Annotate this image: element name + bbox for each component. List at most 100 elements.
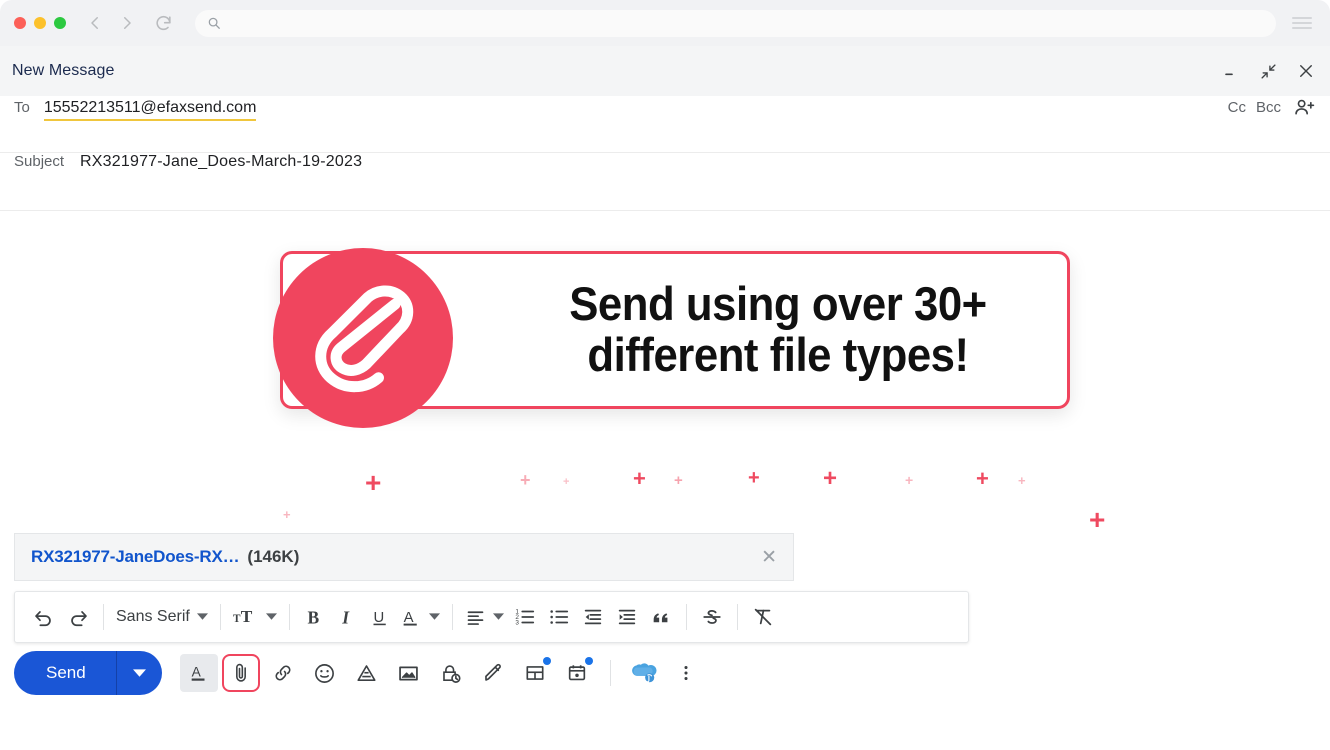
attach-file-icon <box>231 662 251 684</box>
formatting-options-icon: A <box>188 662 210 684</box>
align-left-icon <box>465 607 486 628</box>
back-icon[interactable] <box>86 14 104 32</box>
page-title: New Message <box>12 62 115 79</box>
insert-link-button[interactable] <box>264 654 302 692</box>
maximize-window-dot[interactable] <box>54 17 66 29</box>
salesforce-button[interactable] <box>625 654 663 692</box>
browser-navigation <box>86 14 136 32</box>
indent-more-icon[interactable] <box>610 600 644 634</box>
plus-decoration-icon: + <box>823 465 838 492</box>
insert-link-icon <box>272 662 294 684</box>
plus-decoration-icon: + <box>365 467 382 498</box>
message-body[interactable]: + + + + + + + + + + + + + + + + + + + + … <box>0 211 1330 529</box>
insert-emoji-button[interactable] <box>306 654 344 692</box>
cc-bcc-group: Cc Bcc <box>1228 96 1316 119</box>
attach-file-button[interactable] <box>221 654 260 692</box>
send-options-button[interactable] <box>117 651 162 695</box>
compose-tool-icons: A <box>179 654 705 692</box>
text-color-dropdown[interactable]: A <box>397 600 444 634</box>
more-options-icon <box>676 662 696 684</box>
redo-icon[interactable] <box>61 600 95 634</box>
cc-button[interactable]: Cc <box>1228 99 1246 116</box>
address-bar[interactable] <box>195 9 1276 37</box>
schedule-send-button[interactable] <box>558 654 596 692</box>
toolbar-separator <box>736 604 738 630</box>
font-size-icon: T T <box>233 607 259 627</box>
toolbar-separator <box>219 604 221 630</box>
remove-attachment-icon[interactable]: ✕ <box>761 548 777 567</box>
template-button[interactable] <box>516 654 554 692</box>
plus-decoration-icon: + <box>905 472 914 488</box>
svg-text:A: A <box>191 665 201 680</box>
insert-photo-button[interactable] <box>390 654 428 692</box>
close-icon[interactable] <box>1296 61 1316 81</box>
underline-icon[interactable]: U <box>364 600 397 634</box>
formatting-options-button[interactable]: A <box>179 654 218 692</box>
chevron-down-icon <box>196 613 208 621</box>
send-button[interactable]: Send <box>14 651 116 695</box>
formatting-toolbar: Sans Serif T T B I U A 1 2 3 <box>14 591 969 643</box>
send-button-group[interactable]: Send <box>14 651 162 695</box>
hamburger-menu-icon[interactable] <box>1292 17 1312 29</box>
search-icon <box>207 16 221 30</box>
more-options-button[interactable] <box>667 654 705 692</box>
indent-less-icon[interactable] <box>576 600 610 634</box>
italic-icon[interactable]: I <box>331 600 364 634</box>
attachment-name[interactable]: RX321977-JaneDoes-RX… <box>31 547 240 567</box>
compose-action-bar: Send A <box>0 643 1330 695</box>
toolbar-separator <box>451 604 453 630</box>
promo-banner: Send using over 30+ different file types… <box>235 211 1115 451</box>
bcc-button[interactable]: Bcc <box>1256 99 1281 116</box>
plus-decoration-icon: + <box>633 466 646 491</box>
to-field-row[interactable]: To 15552213511@efaxsend.com Cc Bcc <box>0 96 1330 153</box>
quote-icon[interactable] <box>644 600 678 634</box>
insert-from-drive-button[interactable] <box>348 654 386 692</box>
plus-decoration-icon: + <box>563 476 570 488</box>
subject-field-row[interactable]: Subject RX321977-Jane_Does-March-19-2023 <box>0 153 1330 211</box>
insert-emoji-icon <box>313 662 336 685</box>
plus-decoration-icon: + <box>520 470 531 490</box>
plus-decoration-icon: + <box>748 467 760 489</box>
remove-formatting-icon[interactable] <box>746 600 780 634</box>
plus-decoration-icon: + <box>1018 473 1026 488</box>
salesforce-cloud-icon <box>630 661 658 685</box>
attachment-area: RX321977-JaneDoes-RX… (146K) ✕ <box>0 533 1330 581</box>
forward-icon[interactable] <box>118 14 136 32</box>
to-input[interactable]: 15552213511@efaxsend.com <box>43 99 257 121</box>
signature-icon <box>482 662 504 684</box>
svg-text:I: I <box>341 607 350 627</box>
font-family-dropdown[interactable]: Sans Serif <box>112 600 212 634</box>
attachment-chip[interactable]: RX321977-JaneDoes-RX… (146K) ✕ <box>14 533 794 581</box>
insert-photo-icon <box>397 662 420 685</box>
undo-icon[interactable] <box>27 600 61 634</box>
minimize-icon[interactable] <box>1220 61 1240 81</box>
close-window-dot[interactable] <box>14 17 26 29</box>
chevron-down-icon <box>428 613 440 621</box>
compose-window-header: New Message <box>0 46 1330 96</box>
banner-headline: Send using over 30+ different file types… <box>527 278 1029 381</box>
font-size-dropdown[interactable]: T T <box>229 600 281 634</box>
align-dropdown[interactable] <box>461 600 508 634</box>
strikethrough-icon[interactable] <box>695 600 729 634</box>
signature-button[interactable] <box>474 654 512 692</box>
font-family-label: Sans Serif <box>116 608 190 625</box>
plus-decoration-icon: + <box>674 472 683 489</box>
chevron-down-icon <box>492 613 504 621</box>
text-color-icon: A <box>401 607 422 628</box>
reload-icon[interactable] <box>154 14 173 33</box>
numbered-list-icon[interactable]: 1 2 3 <box>508 600 542 634</box>
bold-icon[interactable]: B <box>298 600 331 634</box>
confidential-mode-button[interactable] <box>432 654 470 692</box>
attachment-size: (146K) <box>247 547 300 566</box>
plus-decoration-icon: + <box>976 466 989 491</box>
template-badge <box>542 657 551 665</box>
schedule-badge <box>584 657 593 665</box>
minimize-window-dot[interactable] <box>34 17 46 29</box>
svg-text:T: T <box>233 613 241 625</box>
exit-full-screen-icon[interactable] <box>1258 61 1278 81</box>
subject-input[interactable]: RX321977-Jane_Does-March-19-2023 <box>80 153 362 171</box>
toolbar-separator <box>609 660 611 686</box>
confidential-mode-icon <box>439 662 462 685</box>
bulleted-list-icon[interactable] <box>542 600 576 634</box>
add-contact-icon[interactable] <box>1293 96 1316 119</box>
